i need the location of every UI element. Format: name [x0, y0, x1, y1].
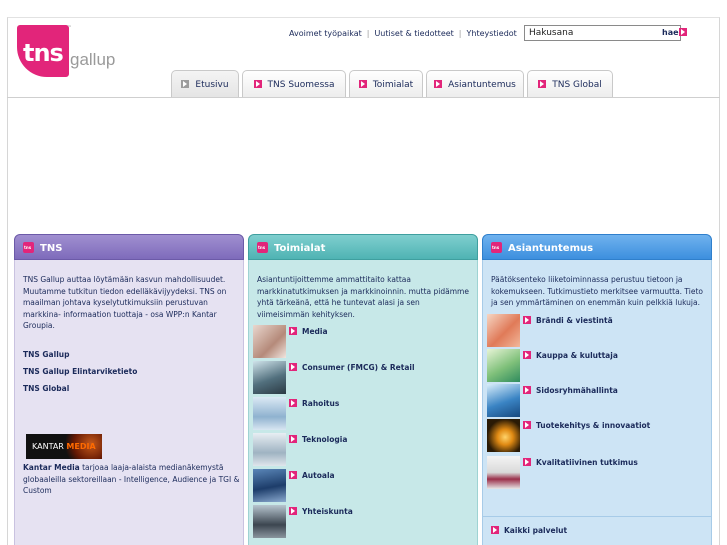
arrow-icon [289, 363, 297, 371]
page: tns ™ gallup Avoimet työpaikat | Uutiset &… [0, 0, 727, 545]
arrow-icon [289, 399, 297, 407]
link-avoimet-tyopaikat[interactable]: Avoimet työpaikat [289, 29, 362, 38]
kantar-media-logo[interactable]: KANTAR MEDIA [26, 434, 102, 459]
item-sidosryhmahallinta[interactable]: Sidosryhmähallinta [523, 386, 618, 395]
link-tns-global[interactable]: TNS Global [23, 384, 69, 393]
panel-tns: TNS TNS Gallup auttaa löytämään kasvun m… [14, 234, 244, 545]
panel-toimialat: Toimialat Asiantuntijoittemme ammattitai… [248, 234, 478, 545]
link-yhteystiedot[interactable]: Yhteystiedot [467, 29, 517, 38]
tns-badge-icon [491, 242, 502, 253]
toimialat-intro-text: Asiantuntijoittemme ammattitaito kattaa … [257, 275, 469, 319]
tab-tns-suomessa[interactable]: TNS Suomessa [242, 70, 346, 98]
kauppa-thumbnail [487, 349, 520, 382]
item-tuotekehitys-innovaatiot[interactable]: Tuotekehitys & innovaatiot [523, 421, 650, 430]
arrow-icon [538, 80, 547, 88]
link-uutiset-tiedotteet[interactable]: Uutiset & tiedotteet [374, 29, 453, 38]
arrow-icon [523, 386, 531, 394]
tns-badge-icon [23, 242, 34, 253]
panel-toimialat-body: Asiantuntijoittemme ammattitaito kattaa … [248, 260, 478, 545]
arrow-icon [289, 327, 297, 335]
search-input[interactable] [524, 25, 681, 41]
search-button[interactable]: hae [662, 28, 687, 37]
arrow-icon [358, 80, 367, 88]
item-brandi-viestinta[interactable]: Brändi & viestintä [523, 316, 613, 325]
link-tns-gallup-elintarviketieto[interactable]: TNS Gallup Elintarviketieto [23, 367, 137, 376]
item-yhteiskunta[interactable]: Yhteiskunta [289, 507, 353, 516]
logo-gallup-text: gallup [70, 50, 116, 69]
item-consumer-retail[interactable]: Consumer (FMCG) & Retail [289, 363, 415, 372]
arrow-icon [289, 435, 297, 443]
tuotekehitys-thumbnail [487, 419, 520, 452]
item-teknologia[interactable]: Teknologia [289, 435, 347, 444]
kvalitatiivinen-thumbnail [487, 456, 520, 489]
item-rahoitus[interactable]: Rahoitus [289, 399, 339, 408]
yhteiskunta-thumbnail [253, 505, 286, 538]
tns-badge-icon [257, 242, 268, 253]
tab-tns-global[interactable]: TNS Global [527, 70, 613, 98]
arrow-icon [253, 80, 262, 88]
tab-asiantuntemus[interactable]: Asiantuntemus [426, 70, 524, 98]
tns-intro-text: TNS Gallup auttaa löytämään kasvun mahdo… [23, 275, 227, 330]
item-autoala[interactable]: Autoala [289, 471, 335, 480]
item-kvalitatiivinen-tutkimus[interactable]: Kvalitatiivinen tutkimus [523, 458, 638, 467]
tns-gallup-logo[interactable]: tns ™ gallup [17, 25, 116, 77]
arrow-icon [434, 80, 443, 88]
arrow-icon [678, 28, 687, 36]
divider [483, 516, 711, 517]
kantar-media-link[interactable]: Kantar Media [23, 463, 80, 472]
top-links: Avoimet työpaikat | Uutiset & tiedotteet | Y… [289, 29, 517, 38]
link-tns-gallup[interactable]: TNS Gallup [23, 350, 69, 359]
arrow-icon [523, 316, 531, 324]
sidosryhma-thumbnail [487, 384, 520, 417]
arrow-icon [523, 458, 531, 466]
tab-toimialat[interactable]: Toimialat [349, 70, 423, 98]
panel-tns-header: TNS [14, 234, 244, 260]
panel-asiantuntemus-header: Asiantuntemus [482, 234, 712, 260]
asiantuntemus-intro-text: Päätöksenteko liiketoiminnassa perustuu … [491, 275, 704, 307]
arrow-icon [523, 421, 531, 429]
teknologia-thumbnail [253, 433, 286, 466]
logo-tns-text: tns [23, 39, 64, 67]
consumer-thumbnail [253, 361, 286, 394]
item-kaikki-palvelut[interactable]: Kaikki palvelut [491, 526, 567, 535]
brandi-thumbnail [487, 314, 520, 347]
tab-underline [7, 97, 720, 98]
rahoitus-thumbnail [253, 397, 286, 430]
panel-asiantuntemus-body: Päätöksenteko liiketoiminnassa perustuu … [482, 260, 712, 545]
item-kauppa-kuluttaja[interactable]: Kauppa & kuluttaja [523, 351, 618, 360]
arrow-icon [181, 80, 190, 88]
arrow-icon [523, 351, 531, 359]
item-media[interactable]: Media [289, 327, 328, 336]
arrow-icon [491, 526, 499, 534]
arrow-icon [289, 507, 297, 515]
panel-tns-body: TNS Gallup auttaa löytämään kasvun mahdo… [14, 260, 244, 545]
panel-toimialat-header: Toimialat [248, 234, 478, 260]
media-thumbnail [253, 325, 286, 358]
autoala-thumbnail [253, 469, 286, 502]
arrow-icon [289, 471, 297, 479]
kantar-media-text: Kantar Media tarjoaa laaja-alaista media… [23, 463, 240, 495]
panel-asiantuntemus: Asiantuntemus Päätöksenteko liiketoiminn… [482, 234, 712, 545]
tab-etusivu[interactable]: Etusivu [171, 70, 239, 98]
